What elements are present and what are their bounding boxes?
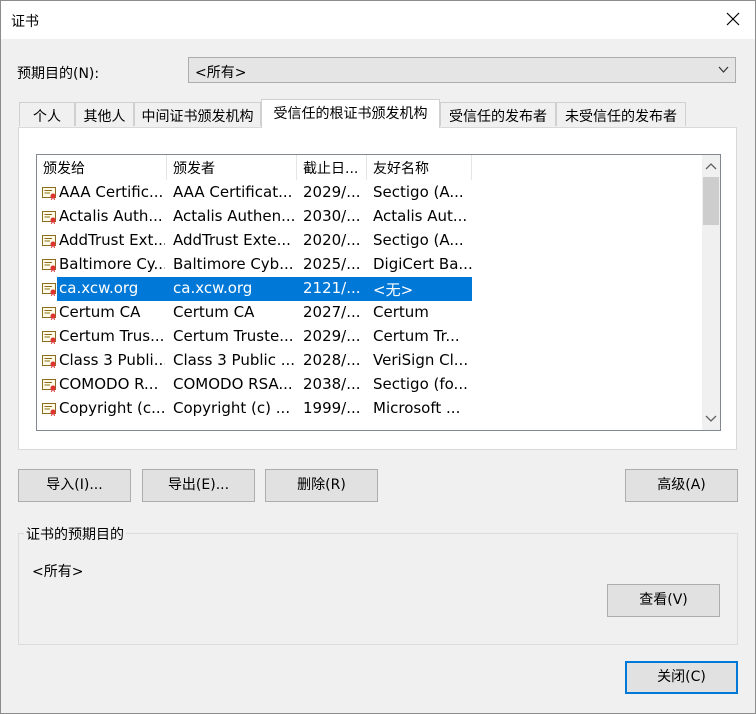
purpose-select[interactable]: <所有> xyxy=(188,57,736,83)
cell-issued-to: COMODO R... xyxy=(59,375,159,393)
cell-issued-to: Actalis Auth... xyxy=(59,207,163,225)
tab-other-people[interactable]: 其他人 xyxy=(75,102,134,126)
cell-issued-to: AAA Certific... xyxy=(59,183,164,201)
certificate-icon xyxy=(42,355,56,368)
cell-expiration: 2038/... xyxy=(303,375,361,393)
certificate-icon xyxy=(42,307,56,320)
cell-friendly-name: VeriSign Cl... xyxy=(373,351,469,369)
certificate-icon xyxy=(42,259,56,272)
cell-friendly-name: <无> xyxy=(373,281,414,299)
import-button[interactable]: 导入(I)... xyxy=(18,469,131,502)
table-row[interactable]: Actalis Auth... Actalis Authen... 2030/...… xyxy=(37,205,702,229)
cell-issued-to: Baltimore Cy... xyxy=(59,255,165,273)
cell-friendly-name: Certum xyxy=(373,303,429,321)
vertical-scrollbar[interactable] xyxy=(702,155,720,430)
column-issued-to[interactable]: 颁发给 xyxy=(37,155,167,180)
cell-issued-by: Certum Truste... xyxy=(173,327,294,345)
cell-friendly-name: Actalis Aut... xyxy=(373,207,468,225)
cell-expiration: 2030/... xyxy=(303,207,361,225)
table-row[interactable]: ca.xcw.org ca.xcw.org 2121/... <无> xyxy=(37,277,702,301)
certificate-icon xyxy=(42,331,56,344)
cell-expiration: 2027/... xyxy=(303,303,361,321)
advanced-button[interactable]: 高级(A) xyxy=(625,469,738,502)
cell-issued-by: Baltimore Cyb... xyxy=(173,255,294,273)
tab-personal[interactable]: 个人 xyxy=(19,102,75,126)
tab-trusted-root-ca[interactable]: 受信任的根证书颁发机构 xyxy=(261,99,440,128)
cell-issued-by: Class 3 Public ... xyxy=(173,351,296,369)
cell-issued-by: Certum CA xyxy=(173,303,255,321)
cell-expiration: 1999/... xyxy=(303,399,361,417)
window-title: 证书 xyxy=(11,14,39,30)
remove-button[interactable]: 删除(R) xyxy=(265,469,378,502)
tab-trusted-publishers[interactable]: 受信任的发布者 xyxy=(440,102,556,126)
view-button[interactable]: 查看(V) xyxy=(607,584,720,617)
purpose-select-value: <所有> xyxy=(195,65,247,81)
cell-issued-by: AddTrust Exte... xyxy=(173,231,291,249)
certificate-icon xyxy=(42,283,56,296)
certificate-icon xyxy=(42,379,56,392)
table-row[interactable]: Class 3 Publi... Class 3 Public ... 2028/.… xyxy=(37,349,702,373)
tab-intermediate-ca[interactable]: 中间证书颁发机构 xyxy=(134,102,261,126)
close-button[interactable]: 关闭(C) xyxy=(625,661,738,694)
table-row[interactable]: Certum Trus... Certum Truste... 2029/... Ce… xyxy=(37,325,702,349)
close-icon[interactable] xyxy=(721,7,745,31)
cell-friendly-name: Sectigo (fo... xyxy=(373,375,468,393)
table-row[interactable]: Certum CA Certum CA 2027/... Certum xyxy=(37,301,702,325)
cell-issued-to: Class 3 Publi... xyxy=(59,351,165,369)
table-row[interactable]: AAA Certific... AAA Certificat... 2029/...… xyxy=(37,181,702,205)
cell-friendly-name: Sectigo (A... xyxy=(373,231,464,249)
certificate-icon xyxy=(42,211,56,224)
purposes-group-title: 证书的预期目的 xyxy=(24,524,126,544)
certificate-list[interactable]: 颁发给 颁发者 截止日... 友好名称 AAA Certific... AAA C… xyxy=(36,154,721,431)
certificate-icon xyxy=(42,403,56,416)
table-row[interactable]: Copyright (c... Copyright (c) ... 1999/...… xyxy=(37,397,702,421)
tab-untrusted-publishers[interactable]: 未受信任的发布者 xyxy=(556,102,686,126)
title-bar: 证书 xyxy=(1,1,755,39)
cell-expiration: 2121/... xyxy=(303,279,361,297)
purpose-label: 预期目的(N): xyxy=(17,66,100,82)
scrollbar-thumb[interactable] xyxy=(703,177,719,225)
table-row[interactable]: AddTrust Ext... AddTrust Exte... 2020/... S… xyxy=(37,229,702,253)
cell-issued-to: ca.xcw.org xyxy=(59,279,139,297)
cell-expiration: 2025/... xyxy=(303,255,361,273)
scroll-up-icon[interactable] xyxy=(705,162,717,170)
cell-expiration: 2028/... xyxy=(303,351,361,369)
cell-expiration: 2029/... xyxy=(303,327,361,345)
purposes-value: <所有> xyxy=(32,564,84,580)
list-header: 颁发给 颁发者 截止日... 友好名称 xyxy=(37,155,702,180)
cell-issued-by: AAA Certificat... xyxy=(173,183,293,201)
cell-issued-by: ca.xcw.org xyxy=(173,279,253,297)
cell-issued-by: Actalis Authen... xyxy=(173,207,296,225)
cell-issued-to: Certum Trus... xyxy=(59,327,165,345)
export-button[interactable]: 导出(E)... xyxy=(142,469,255,502)
cell-issued-to: AddTrust Ext... xyxy=(59,231,165,249)
certificate-icon xyxy=(42,235,56,248)
scroll-down-icon[interactable] xyxy=(705,415,717,423)
cell-issued-to: Copyright (c... xyxy=(59,399,165,417)
table-row[interactable]: COMODO R... COMODO RSA... 2038/... Sectigo … xyxy=(37,373,702,397)
cell-friendly-name: Certum Tr... xyxy=(373,327,460,345)
cell-friendly-name: Microsoft ... xyxy=(373,399,461,417)
column-issued-by[interactable]: 颁发者 xyxy=(167,155,297,180)
chevron-down-icon xyxy=(718,66,729,73)
column-expiration[interactable]: 截止日... xyxy=(297,155,367,180)
cell-expiration: 2020/... xyxy=(303,231,361,249)
cell-friendly-name: Sectigo (A... xyxy=(373,183,464,201)
cell-issued-to: Certum CA xyxy=(59,303,141,321)
cell-issued-by: Copyright (c) ... xyxy=(173,399,291,417)
certificate-icon xyxy=(42,187,56,200)
cell-issued-by: COMODO RSA... xyxy=(173,375,293,393)
column-friendly-name[interactable]: 友好名称 xyxy=(367,155,472,180)
cell-friendly-name: DigiCert Ba... xyxy=(373,255,473,273)
cell-expiration: 2029/... xyxy=(303,183,361,201)
table-row[interactable]: Baltimore Cy... Baltimore Cyb... 2025/... D… xyxy=(37,253,702,277)
